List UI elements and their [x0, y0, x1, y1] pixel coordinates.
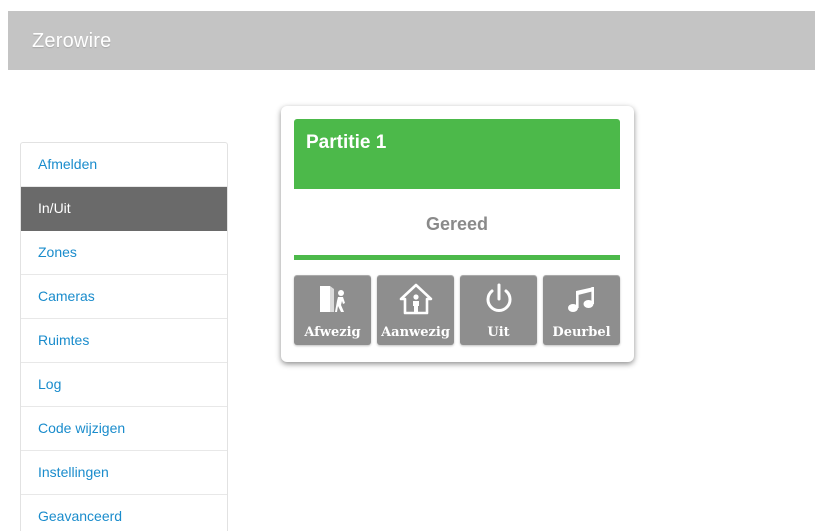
sidebar-item-cameras[interactable]: Cameras — [21, 275, 227, 319]
sidebar-item-afmelden[interactable]: Afmelden — [21, 143, 227, 187]
door-exit-icon — [294, 281, 371, 317]
aanwezig-label: Aanwezig — [381, 325, 450, 340]
power-icon — [460, 281, 537, 317]
sidebar-item-in-uit[interactable]: In/Uit — [21, 187, 227, 231]
partition-title: Partitie 1 — [306, 132, 387, 153]
sidebar-item-instellingen[interactable]: Instellingen — [21, 451, 227, 495]
sidebar-item-code-wijzigen[interactable]: Code wijzigen — [21, 407, 227, 451]
afwezig-button[interactable]: Afwezig — [294, 275, 371, 345]
sidebar: Afmelden In/Uit Zones Cameras Ruimtes Lo… — [20, 142, 228, 531]
sidebar-item-geavanceerd[interactable]: Geavanceerd — [21, 495, 227, 531]
aanwezig-button[interactable]: Aanwezig — [377, 275, 454, 345]
sidebar-item-zones[interactable]: Zones — [21, 231, 227, 275]
app-title: Zerowire — [32, 30, 112, 52]
header-bar: Zerowire — [8, 11, 815, 70]
partition-card: Partitie 1 Gereed Afwezig Aanwezig Uit D… — [281, 106, 634, 362]
afwezig-label: Afwezig — [304, 325, 361, 340]
sidebar-item-ruimtes[interactable]: Ruimtes — [21, 319, 227, 363]
deurbel-label: Deurbel — [552, 325, 611, 340]
partition-status: Gereed — [425, 214, 489, 234]
home-person-icon — [377, 281, 454, 317]
status-indicator-bar — [294, 255, 620, 260]
sidebar-item-log[interactable]: Log — [21, 363, 227, 407]
music-note-icon — [543, 281, 620, 317]
partition-header: Partitie 1 — [294, 119, 620, 189]
deurbel-button[interactable]: Deurbel — [543, 275, 620, 345]
uit-label: Uit — [487, 325, 510, 340]
uit-button[interactable]: Uit — [460, 275, 537, 345]
